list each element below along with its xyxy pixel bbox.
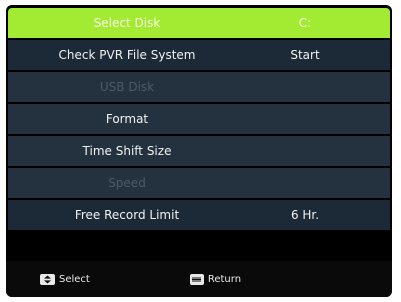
menu-item-label: USB Disk: [99, 80, 155, 94]
menu-item-label: Free Record Limit: [74, 208, 180, 222]
menu-item-time-shift-size[interactable]: Time Shift Size: [8, 136, 390, 168]
return-hint: Return: [189, 273, 242, 285]
menu-key-icon: [189, 273, 204, 285]
menu-item-speed: Speed: [8, 168, 390, 200]
menu-item-value: 6 Hr.: [290, 208, 320, 222]
menu-item-label: Check PVR File System: [58, 48, 196, 62]
menu-item-free-record-limit[interactable]: Free Record Limit 6 Hr.: [8, 200, 390, 232]
settings-menu: Select Disk C: Check PVR File System Sta…: [8, 8, 390, 232]
select-hint: Select: [40, 273, 90, 285]
menu-item-label: Format: [105, 112, 149, 126]
return-hint-label: Return: [207, 273, 242, 285]
menu-item-value: C:: [298, 16, 312, 30]
menu-item-select-disk[interactable]: Select Disk C:: [8, 8, 390, 40]
menu-item-check-pvr-file-system[interactable]: Check PVR File System Start: [8, 40, 390, 72]
menu-item-usb-disk: USB Disk: [8, 72, 390, 104]
menu-item-label: Select Disk: [93, 16, 161, 30]
updown-key-icon: [40, 273, 55, 285]
menu-item-format[interactable]: Format: [8, 104, 390, 136]
key-hint-bar: Select Return: [6, 261, 392, 297]
pvr-settings-dialog: Select Disk C: Check PVR File System Sta…: [6, 5, 392, 297]
menu-item-label: Time Shift Size: [82, 144, 172, 158]
menu-item-label: Speed: [108, 176, 146, 190]
menu-item-value: Start: [290, 48, 320, 62]
select-hint-label: Select: [59, 273, 90, 285]
